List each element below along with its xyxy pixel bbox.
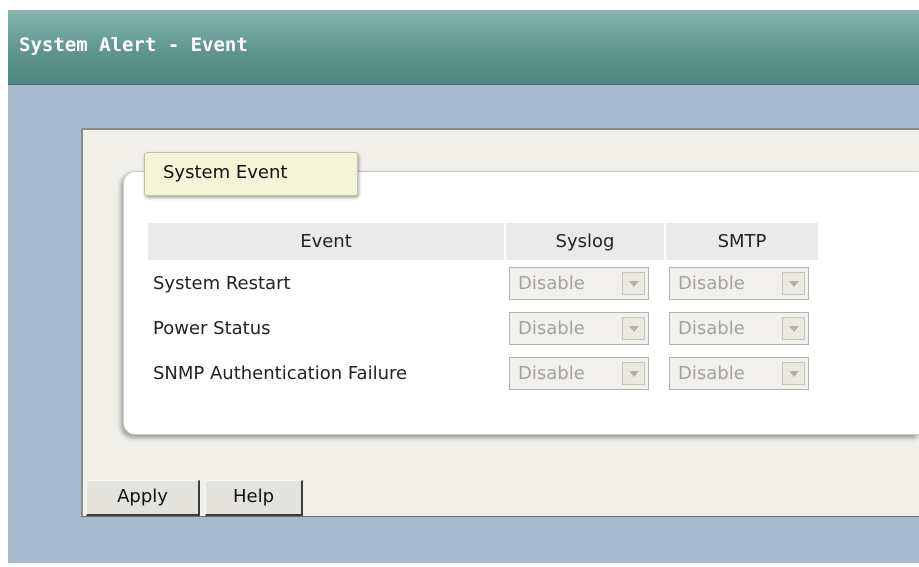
group-label-system-event: System Event xyxy=(144,152,358,196)
chevron-down-icon xyxy=(622,272,645,295)
select-value: Disable xyxy=(518,363,585,384)
chevron-down-icon xyxy=(622,317,645,340)
event-name-power-status: Power Status xyxy=(146,305,506,352)
event-name-system-restart: System Restart xyxy=(146,260,506,307)
event-name-snmp-auth-failure: SNMP Authentication Failure xyxy=(146,350,506,397)
smtp-select-power-status[interactable]: Disable xyxy=(669,312,809,345)
column-header-event: Event xyxy=(146,221,506,262)
table-row: System Restart Disable Disable xyxy=(146,260,820,307)
help-button[interactable]: Help xyxy=(205,480,303,516)
table-header-row: Event Syslog SMTP xyxy=(146,221,820,262)
page-title: System Alert - Event xyxy=(19,34,248,56)
smtp-select-system-restart[interactable]: Disable xyxy=(669,267,809,300)
chevron-down-icon xyxy=(782,362,805,385)
syslog-select-snmp-auth-failure[interactable]: Disable xyxy=(509,357,649,390)
select-value: Disable xyxy=(678,363,745,384)
select-value: Disable xyxy=(678,318,745,339)
event-table: Event Syslog SMTP System Restart Disable… xyxy=(146,221,820,397)
column-header-syslog: Syslog xyxy=(504,221,666,262)
chevron-down-icon xyxy=(782,272,805,295)
smtp-select-snmp-auth-failure[interactable]: Disable xyxy=(669,357,809,390)
column-header-smtp: SMTP xyxy=(664,221,820,262)
syslog-select-power-status[interactable]: Disable xyxy=(509,312,649,345)
chevron-down-icon xyxy=(622,362,645,385)
select-value: Disable xyxy=(678,273,745,294)
select-value: Disable xyxy=(518,273,585,294)
chevron-down-icon xyxy=(782,317,805,340)
title-bar: System Alert - Event xyxy=(8,10,919,85)
table-row: SNMP Authentication Failure Disable Disa… xyxy=(146,350,820,397)
table-row: Power Status Disable Disable xyxy=(146,305,820,352)
select-value: Disable xyxy=(518,318,585,339)
apply-button[interactable]: Apply xyxy=(86,480,200,516)
syslog-select-system-restart[interactable]: Disable xyxy=(509,267,649,300)
